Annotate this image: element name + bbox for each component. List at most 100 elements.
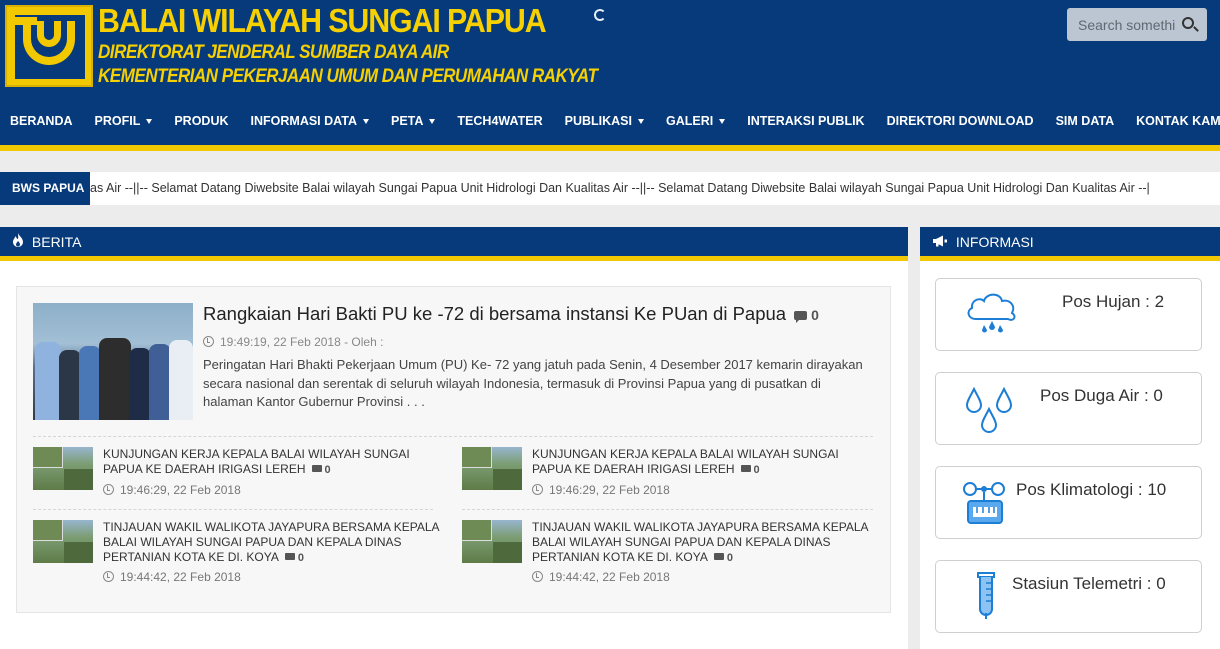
- caret-down-icon: [719, 118, 726, 124]
- search-icon[interactable]: [1182, 17, 1194, 29]
- news-title[interactable]: TINJAUAN WAKIL WALIKOTA JAYAPURA BERSAMA…: [103, 520, 448, 566]
- info-card-stasiun-telemetri[interactable]: Stasiun Telemetri : 0: [935, 560, 1202, 633]
- informasi-section-header: INFORMASI: [920, 227, 1220, 261]
- info-label: Pos Duga Air : 0: [1040, 386, 1163, 405]
- berita-section-header: BERITA: [0, 227, 908, 261]
- search-input[interactable]: [1067, 8, 1175, 41]
- nav-item-beranda[interactable]: BERANDA: [10, 114, 73, 128]
- ticker-label: BWS PAPUA: [0, 172, 90, 205]
- megaphone-icon: [932, 228, 948, 258]
- nav-item-peta[interactable]: PETA: [391, 114, 436, 128]
- loading-spinner-icon: [594, 9, 606, 21]
- site-subtitle-directorate: DIREKTORAT JENDERAL SUMBER DAYA AIR: [98, 42, 449, 63]
- comment-count: 0: [726, 552, 733, 564]
- nav-label: INTERAKSI PUBLIK: [747, 114, 865, 128]
- news-time: 19:44:42, 22 Feb 2018: [103, 570, 241, 584]
- comment-icon: [740, 465, 751, 472]
- nav-item-tech4water[interactable]: TECH4WATER: [457, 114, 542, 128]
- caret-down-icon: [637, 118, 644, 124]
- caret-down-icon: [146, 118, 153, 124]
- featured-news-time: 19:49:19, 22 Feb 2018 - Oleh :: [220, 335, 384, 349]
- comment-icon: [311, 465, 322, 472]
- comment-count: 0: [324, 464, 331, 476]
- news-thumbnail[interactable]: [462, 447, 522, 490]
- comment-icon: [284, 553, 295, 560]
- nav-label: TECH4WATER: [457, 114, 543, 128]
- nav-label: INFORMASI DATA: [250, 114, 357, 128]
- nav-label: BERANDA: [10, 114, 73, 128]
- news-item[interactable]: KUNJUNGAN KERJA KEPALA BALAI WILAYAH SUN…: [462, 447, 882, 509]
- featured-news-description: Peringatan Hari Bhakti Pekerjaan Umum (P…: [203, 357, 863, 409]
- nav-label: PETA: [391, 114, 424, 128]
- news-item[interactable]: TINJAUAN WAKIL WALIKOTA JAYAPURA BERSAMA…: [33, 520, 453, 584]
- nav-item-interaksi-publik[interactable]: INTERAKSI PUBLIK: [747, 114, 864, 128]
- news-thumbnail[interactable]: [33, 520, 93, 563]
- nav-item-direktori-download[interactable]: DIREKTORI DOWNLOAD: [887, 114, 1034, 128]
- clock-icon: [103, 571, 114, 582]
- fire-icon: [12, 228, 24, 258]
- water-drops-icon: [965, 386, 1013, 433]
- site-title: BALAI WILAYAH SUNGAI PAPUA: [98, 2, 547, 39]
- nav-label: GALERI: [665, 114, 714, 128]
- nav-label: PUBLIKASI: [564, 114, 632, 128]
- clock-icon: [203, 336, 214, 347]
- comment-count: 0: [753, 464, 760, 476]
- nav-item-galeri[interactable]: GALERI: [665, 114, 726, 128]
- caret-down-icon: [429, 118, 436, 124]
- info-label: Pos Klimatologi : 10: [1016, 480, 1167, 499]
- news-title[interactable]: KUNJUNGAN KERJA KEPALA BALAI WILAYAH SUN…: [532, 447, 877, 478]
- news-ticker: BWS PAPUA as Air --||-- Selamat Datang D…: [0, 172, 1220, 205]
- nav-label: DIREKTORI DOWNLOAD: [886, 114, 1034, 128]
- ticker-message[interactable]: as Air --||-- Selamat Datang Diwebsite B…: [90, 172, 1218, 205]
- clock-icon: [103, 484, 114, 495]
- nav-item-kontak-kami[interactable]: KONTAK KAMI: [1136, 114, 1220, 128]
- nav-item-publikasi[interactable]: PUBLIKASI: [565, 114, 644, 128]
- thermometer-icon: [977, 572, 995, 619]
- featured-news-title-text: Rangkaian Hari Bakti PU ke -72 di bersam…: [203, 303, 787, 324]
- search-box: [1067, 8, 1207, 41]
- featured-news-title[interactable]: Rangkaian Hari Bakti PU ke -72 di bersam…: [203, 303, 819, 325]
- pu-logo[interactable]: [5, 5, 93, 87]
- news-title[interactable]: TINJAUAN WAKIL WALIKOTA JAYAPURA BERSAMA…: [532, 520, 877, 566]
- info-card-pos-hujan[interactable]: Pos Hujan : 2: [935, 278, 1202, 351]
- news-time: 19:44:42, 22 Feb 2018: [532, 570, 670, 584]
- nav-item-sim-data[interactable]: SIM DATA: [1056, 114, 1115, 128]
- comment-icon: [794, 310, 808, 323]
- berita-heading: BERITA: [31, 234, 82, 250]
- news-time: 19:46:29, 22 Feb 2018: [103, 483, 241, 497]
- news-thumbnail[interactable]: [462, 520, 522, 563]
- clock-icon: [532, 571, 543, 582]
- news-item[interactable]: KUNJUNGAN KERJA KEPALA BALAI WILAYAH SUN…: [33, 447, 453, 509]
- climatology-icon: [963, 482, 1005, 524]
- divider: [33, 509, 433, 510]
- nav-item-profil[interactable]: PROFIL: [95, 114, 153, 128]
- informasi-heading: INFORMASI: [955, 234, 1034, 250]
- news-title[interactable]: KUNJUNGAN KERJA KEPALA BALAI WILAYAH SUN…: [103, 447, 448, 478]
- divider: [462, 509, 873, 510]
- info-card-pos-klimatologi[interactable]: Pos Klimatologi : 10: [935, 466, 1202, 539]
- site-header: BALAI WILAYAH SUNGAI PAPUA DIREKTORAT JE…: [0, 0, 1220, 97]
- nav-label: KONTAK KAMI: [1136, 114, 1220, 128]
- featured-news-meta: 19:49:19, 22 Feb 2018 - Oleh :: [203, 335, 383, 349]
- caret-down-icon: [363, 118, 369, 124]
- nav-label: SIM DATA: [1055, 114, 1115, 128]
- nav-item-produk[interactable]: PRODUK: [174, 114, 228, 128]
- clock-icon: [532, 484, 543, 495]
- news-thumbnail[interactable]: [33, 447, 93, 490]
- main-navigation: BERANDA PROFIL PRODUK INFORMASI DATA PET…: [0, 97, 1220, 151]
- comment-count: 0: [297, 552, 304, 564]
- site-subtitle-ministry: KEMENTERIAN PEKERJAAN UMUM DAN PERUMAHAN…: [98, 66, 598, 87]
- news-time: 19:46:29, 22 Feb 2018: [532, 483, 670, 497]
- news-item[interactable]: TINJAUAN WAKIL WALIKOTA JAYAPURA BERSAMA…: [462, 520, 882, 584]
- divider: [33, 436, 873, 437]
- info-label: Pos Hujan : 2: [1062, 292, 1165, 311]
- rain-cloud-icon: [967, 293, 1016, 333]
- nav-label: PRODUK: [174, 114, 229, 128]
- comment-count: 0: [811, 307, 819, 323]
- info-label: Stasiun Telemetri : 0: [1012, 574, 1166, 593]
- nav-item-informasi-data[interactable]: INFORMASI DATA: [251, 114, 369, 128]
- featured-news-image[interactable]: [33, 303, 193, 420]
- comment-icon: [713, 553, 724, 560]
- info-card-pos-duga-air[interactable]: Pos Duga Air : 0: [935, 372, 1202, 445]
- nav-label: PROFIL: [94, 114, 141, 128]
